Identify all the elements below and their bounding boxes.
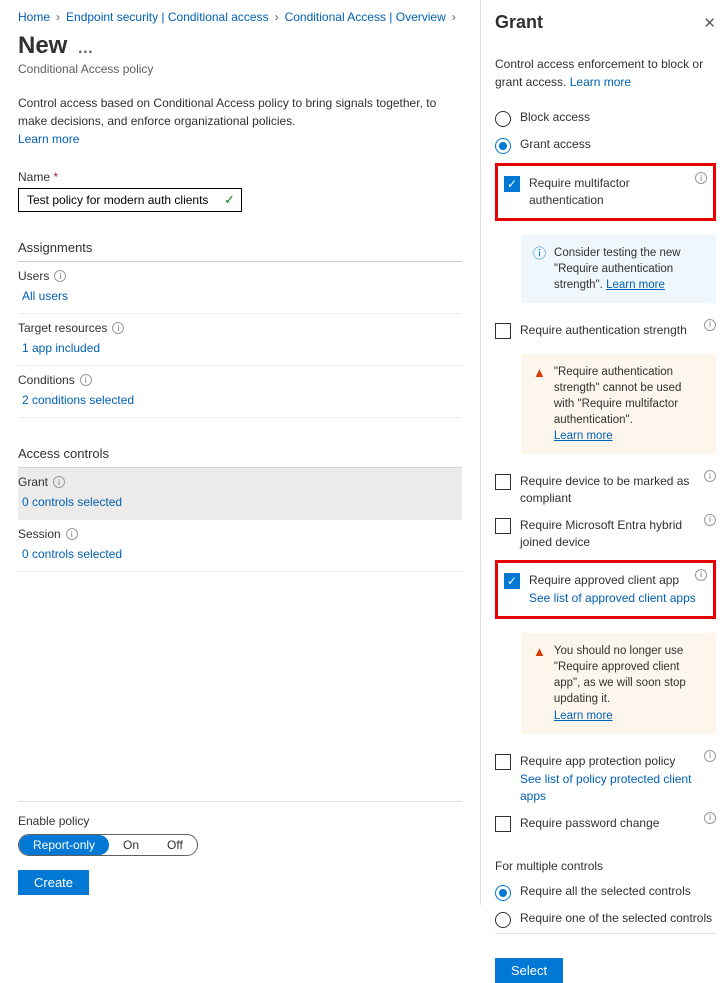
main-panel: Home › Endpoint security | Conditional a… (0, 0, 480, 905)
checkbox-icon[interactable] (495, 323, 511, 339)
breadcrumb-home[interactable]: Home (18, 10, 50, 24)
info-icon: ⓘ (533, 245, 546, 293)
select-button[interactable]: Select (495, 958, 563, 983)
breadcrumb-ca[interactable]: Conditional Access | Overview (285, 10, 446, 24)
access-heading: Access controls (18, 446, 462, 468)
left-footer: Enable policy Report-only On Off Create (18, 801, 462, 895)
grant-row[interactable]: Grant i 0 controls selected (18, 468, 462, 520)
protected-apps-link[interactable]: See list of policy protected client apps (520, 771, 716, 805)
users-row[interactable]: Users i All users (18, 262, 462, 314)
page-subtitle: Conditional Access policy (18, 62, 462, 76)
conditions-label: Conditions (18, 373, 75, 387)
assignments-heading: Assignments (18, 240, 462, 262)
block-access-radio[interactable]: Block access (495, 105, 716, 132)
require-mfa-checkbox[interactable]: ✓ Require multifactor authentication i (504, 170, 707, 214)
blade-description: Control access enforcement to block or g… (495, 55, 716, 91)
info-icon[interactable]: i (695, 172, 707, 184)
session-row[interactable]: Session i 0 controls selected (18, 520, 462, 572)
page-title: New … (18, 32, 462, 60)
require-approved-app-checkbox[interactable]: ✓ Require approved client app See list o… (504, 567, 707, 613)
blade-learn-more-link[interactable]: Learn more (570, 75, 631, 89)
highlight-mfa: ✓ Require multifactor authentication i (495, 163, 716, 221)
intro-copy: Control access based on Conditional Acce… (18, 96, 436, 128)
name-label: Name * (18, 170, 462, 184)
intro-text: Control access based on Conditional Acce… (18, 94, 462, 148)
conditions-row[interactable]: Conditions i 2 conditions selected (18, 366, 462, 418)
approved-apps-link[interactable]: See list of approved client apps (529, 590, 707, 607)
chevron-right-icon: › (275, 10, 279, 24)
breadcrumb: Home › Endpoint security | Conditional a… (18, 10, 462, 24)
radio-icon[interactable] (495, 885, 511, 901)
grant-access-radio[interactable]: Grant access (495, 132, 716, 159)
target-value-link[interactable]: 1 app included (18, 335, 462, 363)
info-icon[interactable]: i (112, 322, 124, 334)
name-input-wrap[interactable]: ✓ (18, 188, 242, 212)
more-icon[interactable]: … (77, 40, 93, 58)
info-icon[interactable]: i (53, 476, 65, 488)
require-strength-checkbox[interactable]: Require authentication strength i (495, 317, 716, 344)
radio-icon[interactable] (495, 111, 511, 127)
checkbox-icon[interactable] (495, 816, 511, 832)
learn-more-link[interactable]: Learn more (554, 430, 613, 442)
enable-policy-label: Enable policy (18, 814, 462, 828)
breadcrumb-endpoint[interactable]: Endpoint security | Conditional access (66, 10, 269, 24)
checkbox-icon[interactable]: ✓ (504, 573, 520, 589)
info-icon[interactable]: i (704, 319, 716, 331)
toggle-on[interactable]: On (109, 835, 153, 855)
info-icon[interactable]: i (695, 569, 707, 581)
info-icon[interactable]: i (80, 374, 92, 386)
conditions-value-link[interactable]: 2 conditions selected (18, 387, 462, 415)
grant-value-link[interactable]: 0 controls selected (18, 489, 462, 517)
info-icon[interactable]: i (704, 514, 716, 526)
require-one-radio[interactable]: Require one of the selected controls (495, 906, 716, 933)
chevron-right-icon: › (56, 10, 60, 24)
checkbox-icon[interactable] (495, 518, 511, 534)
require-hybrid-checkbox[interactable]: Require Microsoft Entra hybrid joined de… (495, 512, 716, 556)
checkbox-icon[interactable]: ✓ (504, 176, 520, 192)
users-label: Users (18, 269, 49, 283)
warning-icon: ▲ (533, 643, 546, 723)
session-value-link[interactable]: 0 controls selected (18, 541, 462, 569)
radio-icon[interactable] (495, 138, 511, 154)
check-icon: ✓ (224, 192, 235, 208)
session-label: Session (18, 527, 61, 541)
learn-more-link[interactable]: Learn more (606, 279, 665, 291)
target-row[interactable]: Target resources i 1 app included (18, 314, 462, 366)
require-compliant-checkbox[interactable]: Require device to be marked as compliant… (495, 468, 716, 512)
require-password-change-checkbox[interactable]: Require password change i (495, 810, 716, 837)
warning-icon: ▲ (533, 364, 546, 444)
toggle-report-only[interactable]: Report-only (19, 835, 109, 855)
blade-title: Grant (495, 12, 543, 33)
warn-approved-app: ▲ You should no longer use "Require appr… (521, 633, 716, 733)
multi-controls-heading: For multiple controls (495, 859, 716, 873)
checkbox-icon[interactable] (495, 754, 511, 770)
checkbox-icon[interactable] (495, 474, 511, 490)
name-input[interactable] (25, 192, 224, 208)
learn-more-link[interactable]: Learn more (18, 132, 79, 146)
grant-label: Grant (18, 475, 48, 489)
info-icon[interactable]: i (704, 812, 716, 824)
info-icon[interactable]: i (54, 270, 66, 282)
page-title-text: New (18, 32, 67, 60)
highlight-approved-app: ✓ Require approved client app See list o… (495, 560, 716, 620)
users-value-link[interactable]: All users (18, 283, 462, 311)
learn-more-link[interactable]: Learn more (554, 710, 613, 722)
info-icon[interactable]: i (704, 750, 716, 762)
blade-footer: Select (495, 933, 716, 983)
grant-blade: Grant ✕ Control access enforcement to bl… (480, 0, 728, 905)
target-label: Target resources (18, 321, 107, 335)
toggle-off[interactable]: Off (153, 835, 197, 855)
close-icon[interactable]: ✕ (703, 14, 716, 32)
require-app-protection-checkbox[interactable]: Require app protection policy See list o… (495, 748, 716, 810)
radio-icon[interactable] (495, 912, 511, 928)
require-all-radio[interactable]: Require all the selected controls (495, 879, 716, 906)
info-icon[interactable]: i (66, 528, 78, 540)
enable-policy-toggle[interactable]: Report-only On Off (18, 834, 198, 856)
info-strength-tip: ⓘ Consider testing the new "Require auth… (521, 235, 716, 303)
warn-strength: ▲ "Require authentication strength" cann… (521, 354, 716, 454)
create-button[interactable]: Create (18, 870, 89, 895)
chevron-right-icon: › (452, 10, 456, 24)
